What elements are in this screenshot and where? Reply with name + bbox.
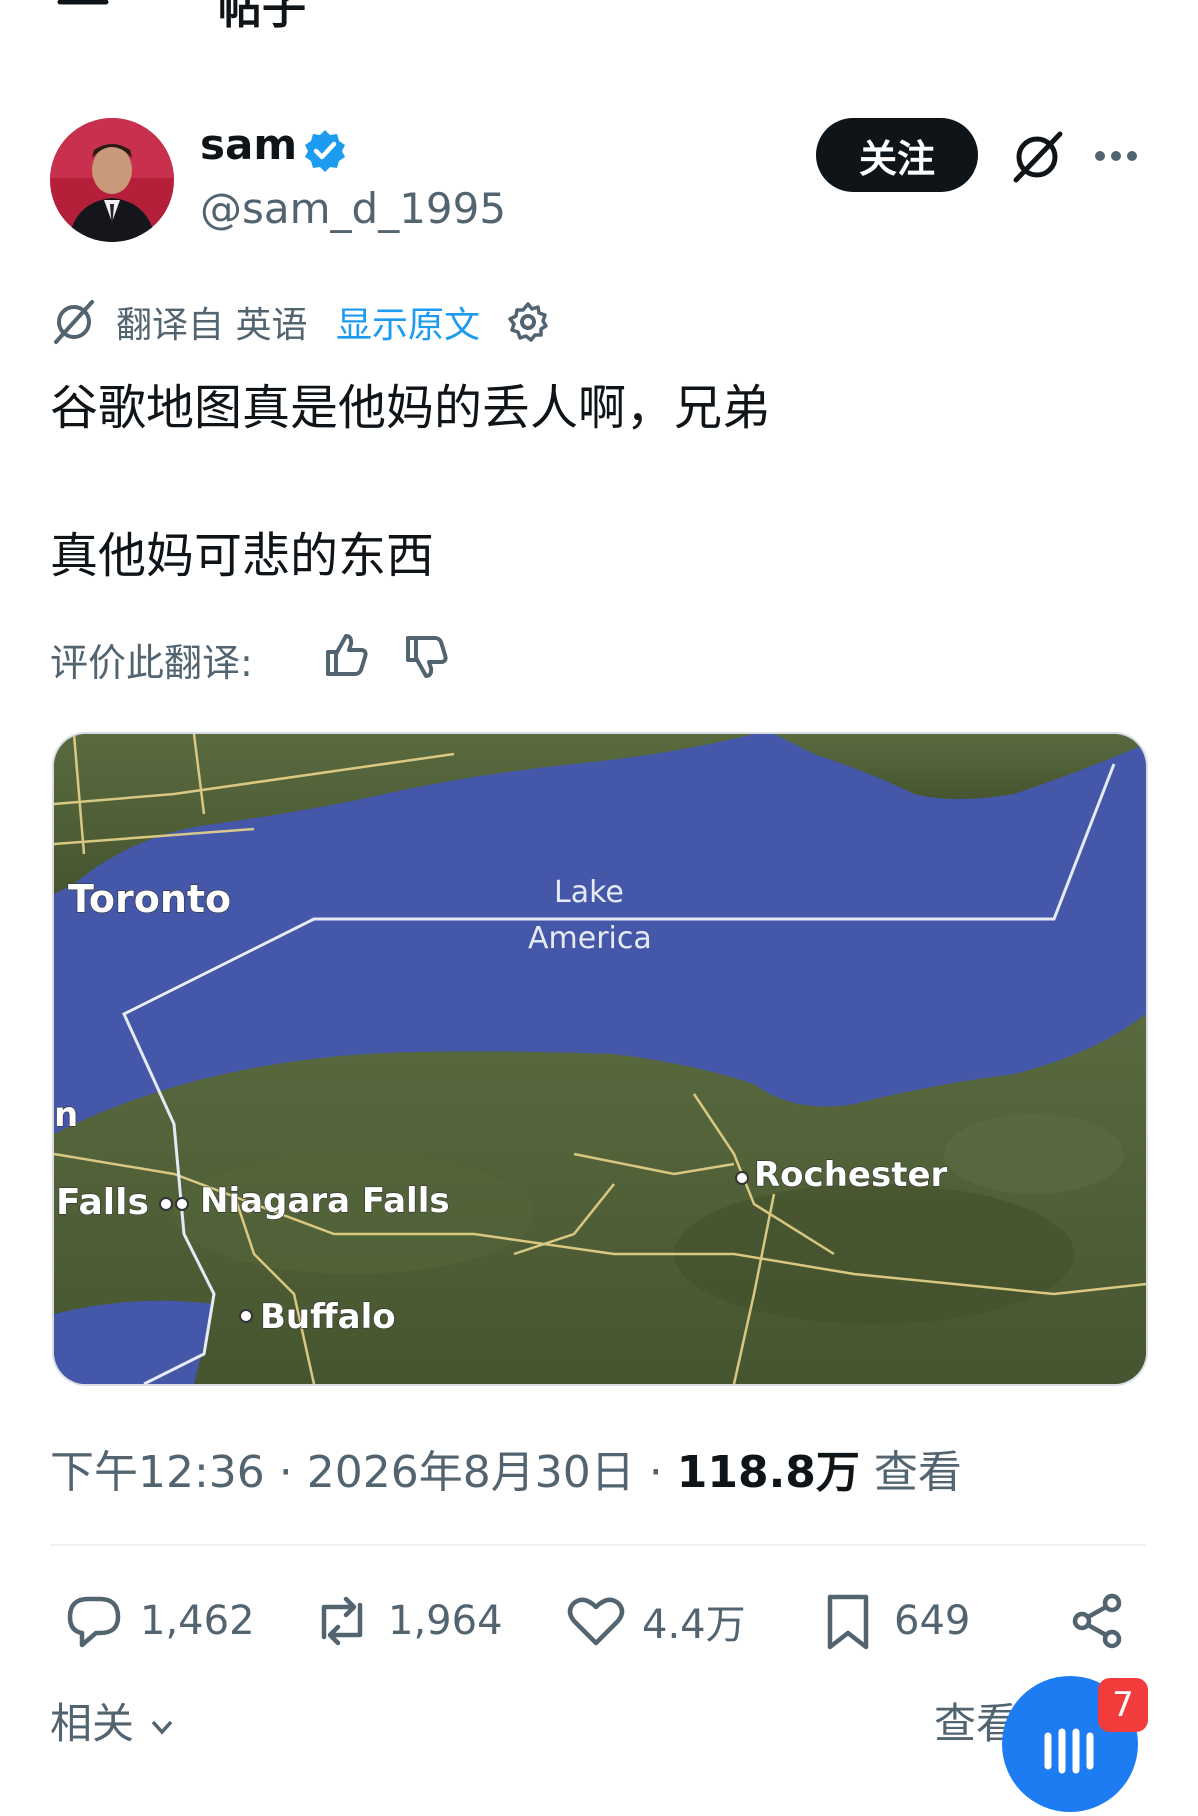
chevron-down-icon [152, 1720, 173, 1735]
reply-count: 1,462 [140, 1598, 255, 1644]
grok-translate-icon [54, 300, 94, 344]
map-label-toronto: Toronto [68, 877, 231, 921]
map-image[interactable]: Toronto Lake America n Falls Niagara Fal… [52, 732, 1148, 1386]
map-label-falls: Falls [56, 1182, 149, 1223]
share-button[interactable] [1068, 1586, 1128, 1656]
post-text-line-1: 谷歌地图真是他妈的丢人啊，兄弟 [50, 380, 771, 436]
grok-icon[interactable] [1008, 128, 1066, 186]
back-arrow-icon[interactable] [52, 0, 112, 22]
repost-count: 1,964 [388, 1598, 503, 1644]
views-label: 查看 [873, 1447, 962, 1498]
translated-from-label: 翻译自 英语 [116, 305, 308, 346]
avatar[interactable] [50, 118, 174, 242]
repost-button[interactable]: 1,964 [312, 1586, 503, 1656]
like-count: 4.4万 [642, 1602, 746, 1648]
post-text-line-2: 真他妈可悲的东西 [50, 528, 435, 584]
map-label-america: America [528, 921, 652, 956]
map-label-partial: n [54, 1095, 78, 1135]
share-icon [1072, 1593, 1122, 1649]
map-label-niagara-falls: Niagara Falls [200, 1181, 450, 1221]
map-label-lake: Lake [554, 875, 624, 910]
bookmark-icon [827, 1594, 869, 1650]
thumbs-up-icon[interactable] [322, 630, 372, 680]
bookmark-button[interactable]: 649 [818, 1586, 970, 1656]
more-options-icon[interactable] [1092, 136, 1140, 176]
bookmark-count: 649 [894, 1598, 971, 1644]
reply-button[interactable]: 1,462 [64, 1586, 255, 1656]
like-button[interactable]: 4.4万 [566, 1586, 746, 1656]
follow-button[interactable]: 关注 [816, 118, 978, 192]
rate-translation-label: 评价此翻译: [50, 641, 253, 685]
reply-icon [67, 1596, 121, 1648]
post-meta: 下午12:36 · 2026年8月30日 · 118.8万 查看 [50, 1447, 962, 1498]
post-time: 下午12:36 [50, 1447, 265, 1498]
map-label-rochester: Rochester [754, 1155, 948, 1195]
author-name[interactable]: sam [200, 120, 297, 169]
heart-icon [567, 1597, 625, 1646]
related-label: 相关 [50, 1699, 135, 1748]
related-tab[interactable]: 相关 [50, 1690, 177, 1751]
map-label-buffalo: Buffalo [260, 1297, 396, 1337]
post-date: 2026年8月30日 [306, 1447, 635, 1498]
page-title: 帖子 [218, 0, 306, 34]
divider [50, 1544, 1146, 1546]
author-handle[interactable]: @sam_d_1995 [200, 184, 506, 233]
thumbs-down-icon[interactable] [402, 632, 452, 682]
show-original-link[interactable]: 显示原文 [336, 296, 480, 348]
gear-icon[interactable] [506, 300, 550, 344]
notification-badge: 7 [1098, 1678, 1148, 1732]
views-count: 118.8万 [676, 1447, 860, 1498]
repost-icon [321, 1596, 363, 1646]
verified-badge-icon [305, 130, 345, 172]
